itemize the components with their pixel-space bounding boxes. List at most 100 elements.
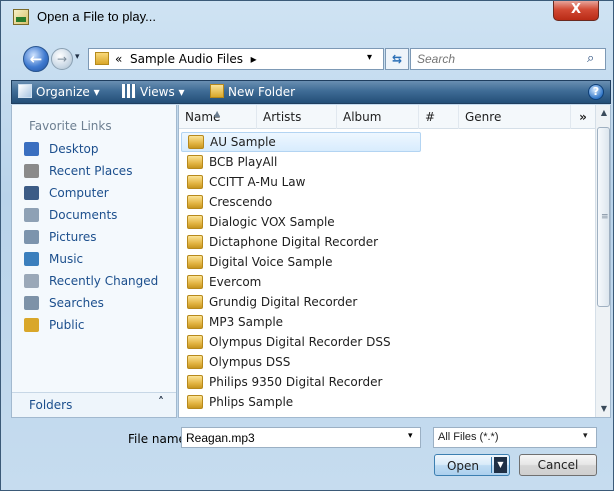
favorite-links-pane: Favorite Links Desktop Recent Places Compu…: [11, 105, 177, 418]
filename-field[interactable]: [182, 428, 400, 447]
file-type-dropdown-icon[interactable]: ▾: [583, 431, 588, 441]
searches-icon: [24, 296, 39, 310]
list-item[interactable]: Olympus Digital Recorder DSS: [181, 332, 421, 352]
views-label: Views ▾: [140, 85, 185, 99]
file-name: Dictaphone Digital Recorder: [209, 235, 379, 249]
sidebar-item-desktop[interactable]: Desktop: [24, 139, 99, 159]
desktop-icon: [24, 142, 39, 156]
sidebar-item-label: Public: [49, 318, 85, 332]
file-type-select[interactable]: All Files (*.*) ▾: [433, 427, 597, 448]
close-button[interactable]: X: [553, 1, 599, 21]
search-input[interactable]: [411, 49, 581, 69]
documents-icon: [24, 208, 39, 222]
list-item[interactable]: Digital Voice Sample: [181, 252, 421, 272]
sidebar-item-label: Recently Changed: [49, 274, 159, 288]
new-folder-button[interactable]: New Folder: [210, 84, 295, 99]
file-name: MP3 Sample: [209, 315, 284, 329]
open-options-dropdown-icon[interactable]: ▼: [494, 457, 507, 473]
file-name: Philips 9350 Digital Recorder: [209, 375, 383, 389]
file-name: Olympus Digital Recorder DSS: [209, 335, 391, 349]
folders-toggle[interactable]: Folders ˄: [12, 392, 176, 417]
file-name: Phlips Sample: [209, 395, 294, 409]
sidebar-item-recent-places[interactable]: Recent Places: [24, 161, 132, 181]
sidebar-item-documents[interactable]: Documents: [24, 205, 117, 225]
app-icon: [13, 9, 29, 25]
navigation-bar: ← → ▾ « Sample Audio Files ▸ ▾ ⇆ ⌕: [1, 35, 613, 77]
more-columns-icon[interactable]: »: [571, 105, 595, 129]
list-item[interactable]: BCB PlayAll: [181, 152, 421, 172]
folder-icon: [187, 315, 203, 329]
filename-dropdown-icon[interactable]: ▾: [408, 431, 413, 441]
list-item[interactable]: Olympus DSS: [181, 352, 421, 372]
title-bar[interactable]: Open a File to play... X: [1, 1, 613, 31]
folder-icon: [187, 255, 203, 269]
help-button[interactable]: ?: [588, 84, 604, 100]
folder-icon: [187, 175, 203, 189]
sidebar-item-recently-changed[interactable]: Recently Changed: [24, 271, 158, 291]
favorite-links-heading: Favorite Links: [29, 119, 112, 133]
search-icon[interactable]: ⌕: [587, 51, 594, 66]
column-header-album[interactable]: Album: [337, 105, 419, 129]
column-header-name[interactable]: Name ▲: [179, 105, 257, 129]
folder-icon: [187, 355, 203, 369]
forward-button[interactable]: →: [51, 48, 73, 70]
history-dropdown-icon[interactable]: ▾: [75, 52, 80, 62]
open-button[interactable]: Open ▼: [434, 454, 510, 476]
address-dropdown-icon[interactable]: ▾: [367, 52, 372, 63]
folder-icon: [95, 52, 109, 65]
folder-icon: [187, 375, 203, 389]
sort-ascending-icon: ▲: [214, 109, 221, 118]
folder-icon: [187, 195, 203, 209]
folder-icon: [188, 135, 204, 149]
sidebar-item-public[interactable]: Public: [24, 315, 85, 335]
column-header-track-number[interactable]: #: [419, 105, 459, 129]
list-item[interactable]: Phlips Sample: [181, 392, 421, 412]
refresh-button[interactable]: ⇆: [385, 48, 409, 70]
back-button[interactable]: ←: [23, 46, 49, 72]
address-bar[interactable]: « Sample Audio Files ▸ ▾: [88, 48, 384, 70]
folder-icon: [187, 215, 203, 229]
sidebar-item-label: Music: [49, 252, 84, 266]
list-item[interactable]: Crescendo: [181, 192, 421, 212]
file-name: AU Sample: [210, 135, 276, 149]
search-box[interactable]: ⌕: [410, 48, 606, 70]
list-item[interactable]: Dictaphone Digital Recorder: [181, 232, 421, 252]
music-icon: [24, 252, 39, 266]
list-item[interactable]: MP3 Sample: [181, 312, 421, 332]
sidebar-item-pictures[interactable]: Pictures: [24, 227, 97, 247]
scroll-down-icon[interactable]: ▼: [596, 401, 610, 417]
list-item[interactable]: Philips 9350 Digital Recorder: [181, 372, 421, 392]
grip-icon: ≡: [601, 212, 609, 222]
vertical-scrollbar[interactable]: ▲ ≡ ▼: [595, 105, 610, 417]
list-item[interactable]: Dialogic VOX Sample: [181, 212, 421, 232]
sidebar-item-label: Recent Places: [49, 164, 133, 178]
filename-combobox[interactable]: ▾: [181, 427, 421, 448]
sidebar-item-computer[interactable]: Computer: [24, 183, 109, 203]
folder-icon: [187, 295, 203, 309]
folder-icon: [187, 395, 203, 409]
sidebar-item-searches[interactable]: Searches: [24, 293, 104, 313]
sidebar-item-music[interactable]: Music: [24, 249, 83, 269]
column-header-artists[interactable]: Artists: [257, 105, 337, 129]
chevron-up-icon[interactable]: ˄: [158, 395, 164, 409]
address-path[interactable]: « Sample Audio Files ▸: [115, 52, 257, 66]
sidebar-item-label: Computer: [49, 186, 109, 200]
scroll-thumb[interactable]: ≡: [597, 127, 610, 307]
list-item[interactable]: AU Sample: [181, 132, 421, 152]
cancel-button[interactable]: Cancel: [519, 454, 597, 476]
column-header-genre[interactable]: Genre: [459, 105, 571, 129]
sidebar-item-label: Searches: [49, 296, 104, 310]
new-folder-label: New Folder: [228, 85, 296, 99]
list-item[interactable]: Grundig Digital Recorder: [181, 292, 421, 312]
views-button[interactable]: Views ▾: [122, 84, 185, 99]
list-item[interactable]: CCITT A-Mu Law: [181, 172, 421, 192]
folder-icon: [187, 335, 203, 349]
organize-button[interactable]: Organize ▾: [18, 84, 100, 99]
views-icon: [122, 84, 136, 98]
list-item[interactable]: Evercom: [181, 272, 421, 292]
recent-places-icon: [24, 164, 39, 178]
file-name: Olympus DSS: [209, 355, 291, 369]
file-name: Grundig Digital Recorder: [209, 295, 358, 309]
scroll-up-icon[interactable]: ▲: [596, 105, 610, 121]
file-type-value: All Files (*.*): [438, 431, 499, 443]
